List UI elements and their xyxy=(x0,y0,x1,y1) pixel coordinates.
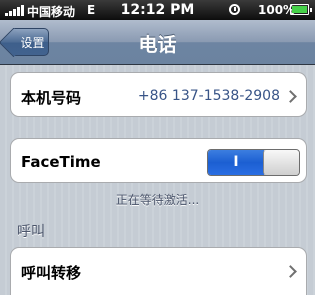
toggle-on-label: I xyxy=(233,154,239,170)
facetime-label: FaceTime xyxy=(21,153,101,171)
status-bar: 中国移动 E 12:12 PM 100% xyxy=(0,0,315,20)
page-title: 电话 xyxy=(138,34,177,56)
rotation-lock-icon xyxy=(229,4,240,15)
phone-settings-screen: 中国移动 E 12:12 PM 100% 设置 电话 本机号码 +86 137-… xyxy=(0,0,315,295)
toggle-knob[interactable] xyxy=(263,150,299,175)
facetime-toggle[interactable]: I xyxy=(207,149,300,176)
my-number-label: 本机号码 xyxy=(21,89,82,107)
my-number-row[interactable]: 本机号码 +86 137-1538-2908 xyxy=(10,72,307,117)
call-forwarding-label: 呼叫转移 xyxy=(21,264,82,282)
navigation-bar: 设置 电话 xyxy=(0,20,315,65)
chevron-right-icon xyxy=(284,90,297,103)
facetime-row: FaceTime I xyxy=(10,138,307,183)
my-number-value: +86 137-1538-2908 xyxy=(137,88,280,104)
facetime-status-text: 正在等待激活... xyxy=(115,193,200,207)
chevron-right-icon xyxy=(284,265,297,278)
battery-icon xyxy=(290,4,312,15)
calls-section-header: 呼叫 xyxy=(17,224,45,240)
call-forwarding-row[interactable]: 呼叫转移 xyxy=(10,247,307,295)
